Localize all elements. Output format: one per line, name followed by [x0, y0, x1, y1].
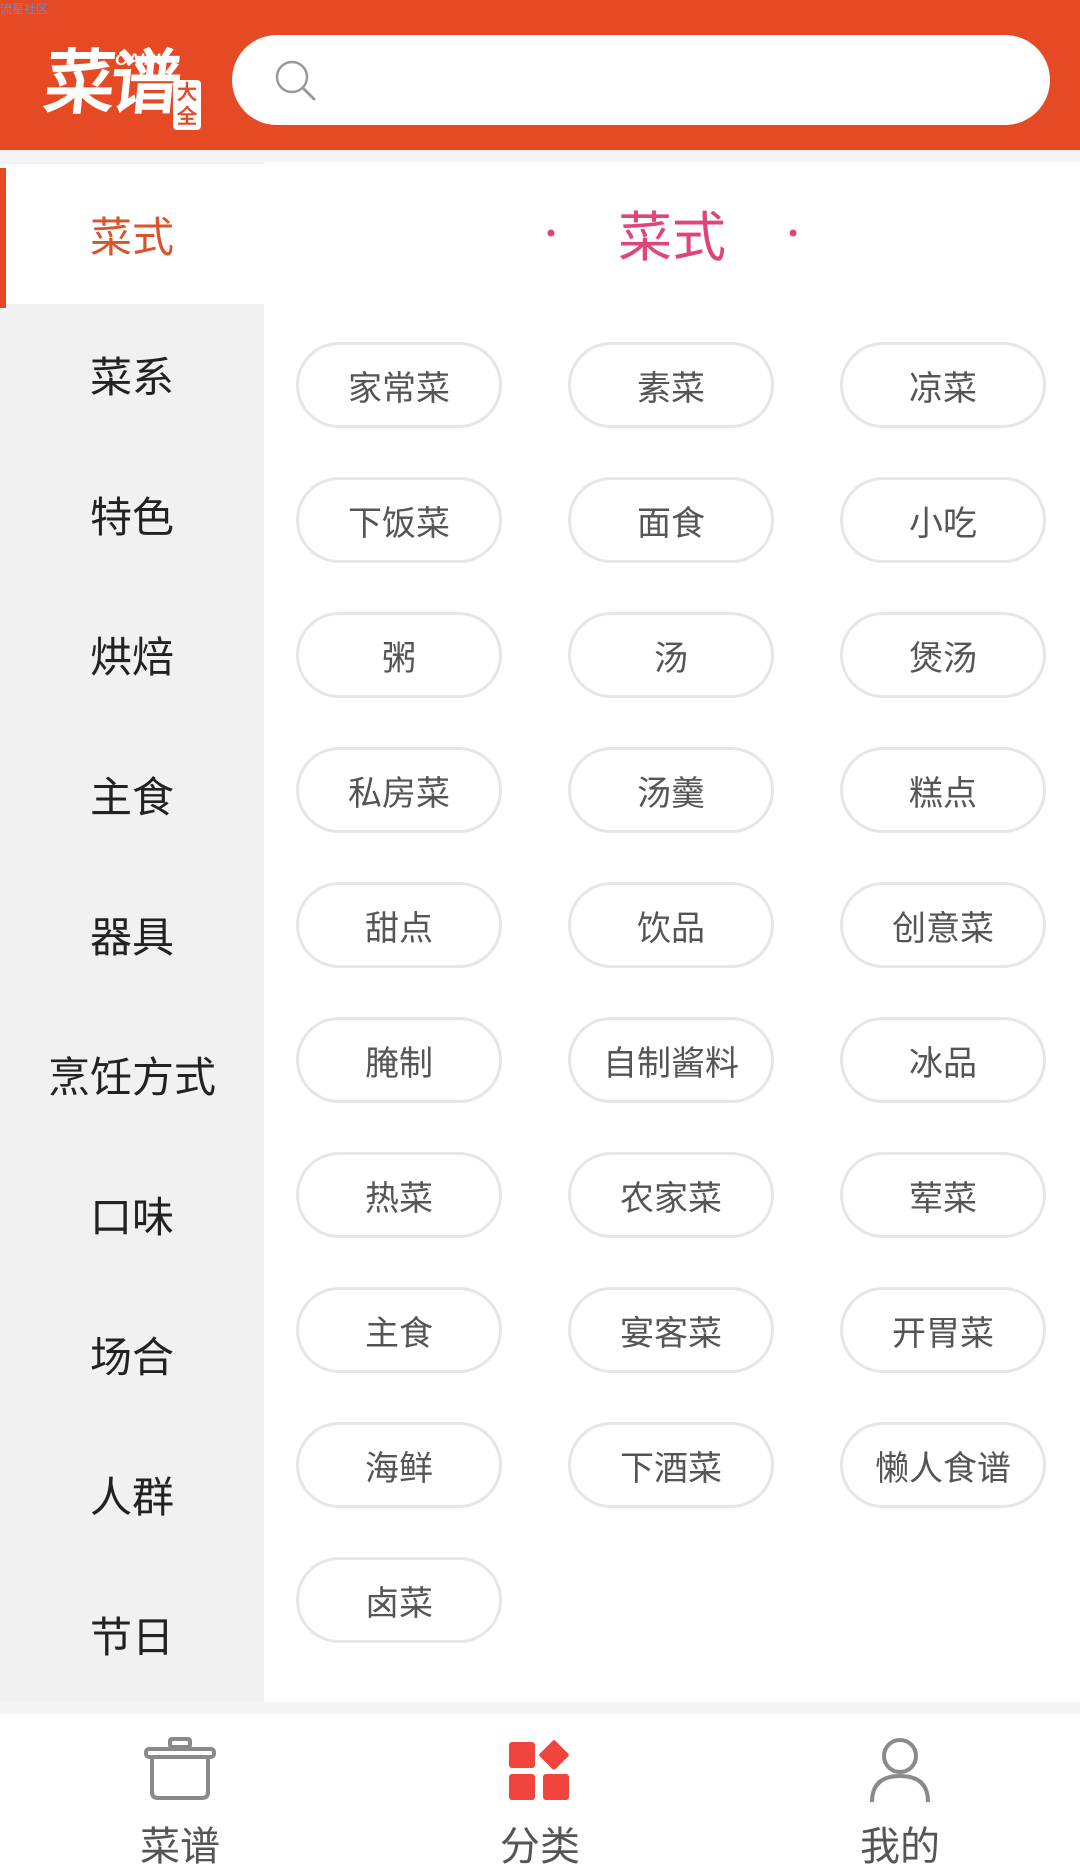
- sidebar-item-changhe[interactable]: 场合: [0, 1284, 264, 1424]
- tag-button[interactable]: 下饭菜: [296, 477, 502, 563]
- sidebar-item-renqun[interactable]: 人群: [0, 1424, 264, 1564]
- tag-button[interactable]: 家常菜: [296, 342, 502, 428]
- tag-button[interactable]: 冰品: [840, 1017, 1046, 1103]
- title-dot-right: •: [786, 220, 801, 248]
- search-icon: [275, 60, 316, 101]
- sidebar-item-label: 口味: [89, 1192, 174, 1242]
- sidebar-item-kouwei[interactable]: 口味: [0, 1144, 264, 1284]
- status-link[interactable]: 流星社区: [0, 0, 48, 17]
- sidebar-item-label: 节日: [89, 1612, 174, 1662]
- section-title: • 菜式 •: [264, 162, 1080, 302]
- tag-button[interactable]: 下酒菜: [568, 1422, 774, 1508]
- tag-button[interactable]: 开胃菜: [840, 1287, 1046, 1373]
- sidebar-item-label: 烘焙: [89, 632, 174, 682]
- tab-recipes[interactable]: 菜谱: [0, 1714, 360, 1870]
- tag-button[interactable]: 懒人食谱: [840, 1422, 1046, 1508]
- tab-label: 我的: [860, 1824, 940, 1870]
- header-divider: [0, 150, 1080, 162]
- sidebar-item-zhushi[interactable]: 主食: [0, 724, 264, 864]
- tag-button[interactable]: 煲汤: [840, 612, 1046, 698]
- sidebar-item-label: 烹饪方式: [47, 1052, 216, 1102]
- category-grid-icon: [509, 1740, 569, 1800]
- tab-category[interactable]: 分类: [360, 1714, 720, 1870]
- sidebar-item-label: 人群: [89, 1472, 174, 1522]
- tag-button[interactable]: 素菜: [568, 342, 774, 428]
- sidebar-item-pengren[interactable]: 烹饪方式: [0, 1004, 264, 1144]
- sidebar-item-caishi[interactable]: 菜式: [0, 164, 264, 308]
- tag-button[interactable]: 主食: [296, 1287, 502, 1373]
- sidebar-item-label: 菜式: [89, 212, 174, 262]
- tag-button[interactable]: 宴客菜: [568, 1287, 774, 1373]
- tab-mine[interactable]: 我的: [720, 1714, 1080, 1870]
- tag-button[interactable]: 创意菜: [840, 882, 1046, 968]
- sidebar-item-jieri[interactable]: 节日: [0, 1564, 264, 1704]
- tag-button[interactable]: 糕点: [840, 747, 1046, 833]
- tag-button[interactable]: 面食: [568, 477, 774, 563]
- tag-button[interactable]: 甜点: [296, 882, 502, 968]
- tag-button[interactable]: 农家菜: [568, 1152, 774, 1238]
- tag-button[interactable]: 汤羹: [568, 747, 774, 833]
- tag-button[interactable]: 粥: [296, 612, 502, 698]
- sidebar-item-caixi[interactable]: 菜系: [0, 304, 264, 444]
- tabbar-divider: [0, 1702, 1080, 1714]
- sidebar-item-tese[interactable]: 特色: [0, 444, 264, 584]
- sidebar-item-label: 场合: [89, 1332, 174, 1382]
- search-input[interactable]: [232, 35, 1050, 125]
- tab-label: 分类: [500, 1824, 580, 1870]
- tag-button[interactable]: 海鲜: [296, 1422, 502, 1508]
- section-title-text: 菜式: [618, 205, 726, 269]
- tag-button[interactable]: 私房菜: [296, 747, 502, 833]
- tag-button[interactable]: 小吃: [840, 477, 1046, 563]
- sidebar-item-label: 菜系: [89, 352, 174, 402]
- pot-icon: [144, 1737, 216, 1800]
- tag-button[interactable]: 凉菜: [840, 342, 1046, 428]
- title-dot-left: •: [543, 220, 558, 248]
- tag-button[interactable]: 腌制: [296, 1017, 502, 1103]
- user-icon: [870, 1738, 930, 1803]
- sidebar-item-label: 器具: [89, 912, 174, 962]
- tag-button[interactable]: 荤菜: [840, 1152, 1046, 1238]
- sidebar-item-qiju[interactable]: 器具: [0, 864, 264, 1004]
- category-sidebar: 菜式 菜系 特色 烘焙 主食 器具 烹饪方式 口味 场合 人群 节日: [0, 162, 264, 1702]
- sidebar-item-label: 特色: [89, 492, 174, 542]
- logo-sub-text: CAIPU: [115, 50, 168, 69]
- top-bar: 菜谱 CAIPU 大全: [0, 0, 1080, 150]
- bottom-tab-bar: 菜谱 分类 我的: [0, 1714, 1080, 1870]
- tag-button[interactable]: 卤菜: [296, 1557, 502, 1643]
- tag-button[interactable]: 汤: [568, 612, 774, 698]
- logo-badge: 大全: [173, 80, 201, 130]
- tab-label: 菜谱: [140, 1824, 220, 1870]
- tag-button[interactable]: 自制酱料: [568, 1017, 774, 1103]
- sidebar-item-label: 主食: [89, 772, 174, 822]
- tag-button[interactable]: 饮品: [568, 882, 774, 968]
- tag-button[interactable]: 热菜: [296, 1152, 502, 1238]
- app-logo: 菜谱 CAIPU 大全: [41, 38, 215, 138]
- sidebar-item-hongbei[interactable]: 烘焙: [0, 584, 264, 724]
